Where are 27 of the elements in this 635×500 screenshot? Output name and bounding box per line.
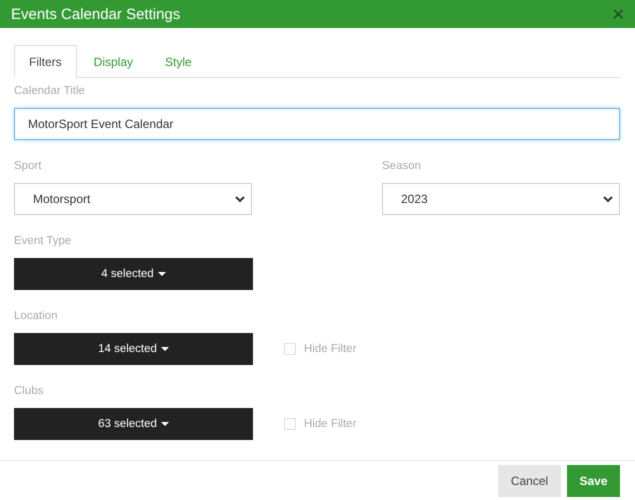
checkbox[interactable] — [284, 418, 296, 430]
field-label: Event Type — [14, 235, 72, 250]
window-title: Events Calendar Settings — [11, 6, 180, 23]
multiselect-button[interactable]: 63 selected — [14, 408, 253, 440]
checkbox-label: Hide Filter — [304, 343, 356, 356]
tab[interactable]: Display — [78, 45, 148, 78]
tab[interactable]: Style — [150, 45, 207, 78]
tab[interactable]: Filters — [14, 45, 77, 78]
caret-icon — [158, 272, 166, 276]
field-label: Location — [14, 310, 58, 324]
chevron-down-icon — [235, 196, 245, 203]
multiselect-button[interactable]: 14 selected — [14, 333, 253, 366]
multiselect-button[interactable]: 4 selected — [14, 258, 253, 290]
field-label: Sport — [14, 160, 42, 174]
field-label: Calendar Title — [14, 85, 86, 100]
select-dropdown[interactable]: 2023 — [382, 183, 620, 216]
save-button[interactable]: Save — [567, 464, 620, 497]
caret-icon — [160, 347, 169, 352]
field-label: Season — [382, 160, 422, 174]
select-dropdown[interactable]: Motorsport — [14, 183, 252, 216]
cancel-button[interactable]: Cancel — [498, 464, 561, 497]
chevron-down-icon — [603, 196, 613, 203]
checkbox[interactable] — [284, 343, 296, 356]
caret-icon — [160, 422, 169, 426]
field-label: Clubs — [14, 385, 44, 400]
checkbox-label: Hide Filter — [304, 418, 356, 430]
title-input-field[interactable]: MotorSport Event Calendar — [14, 108, 620, 140]
